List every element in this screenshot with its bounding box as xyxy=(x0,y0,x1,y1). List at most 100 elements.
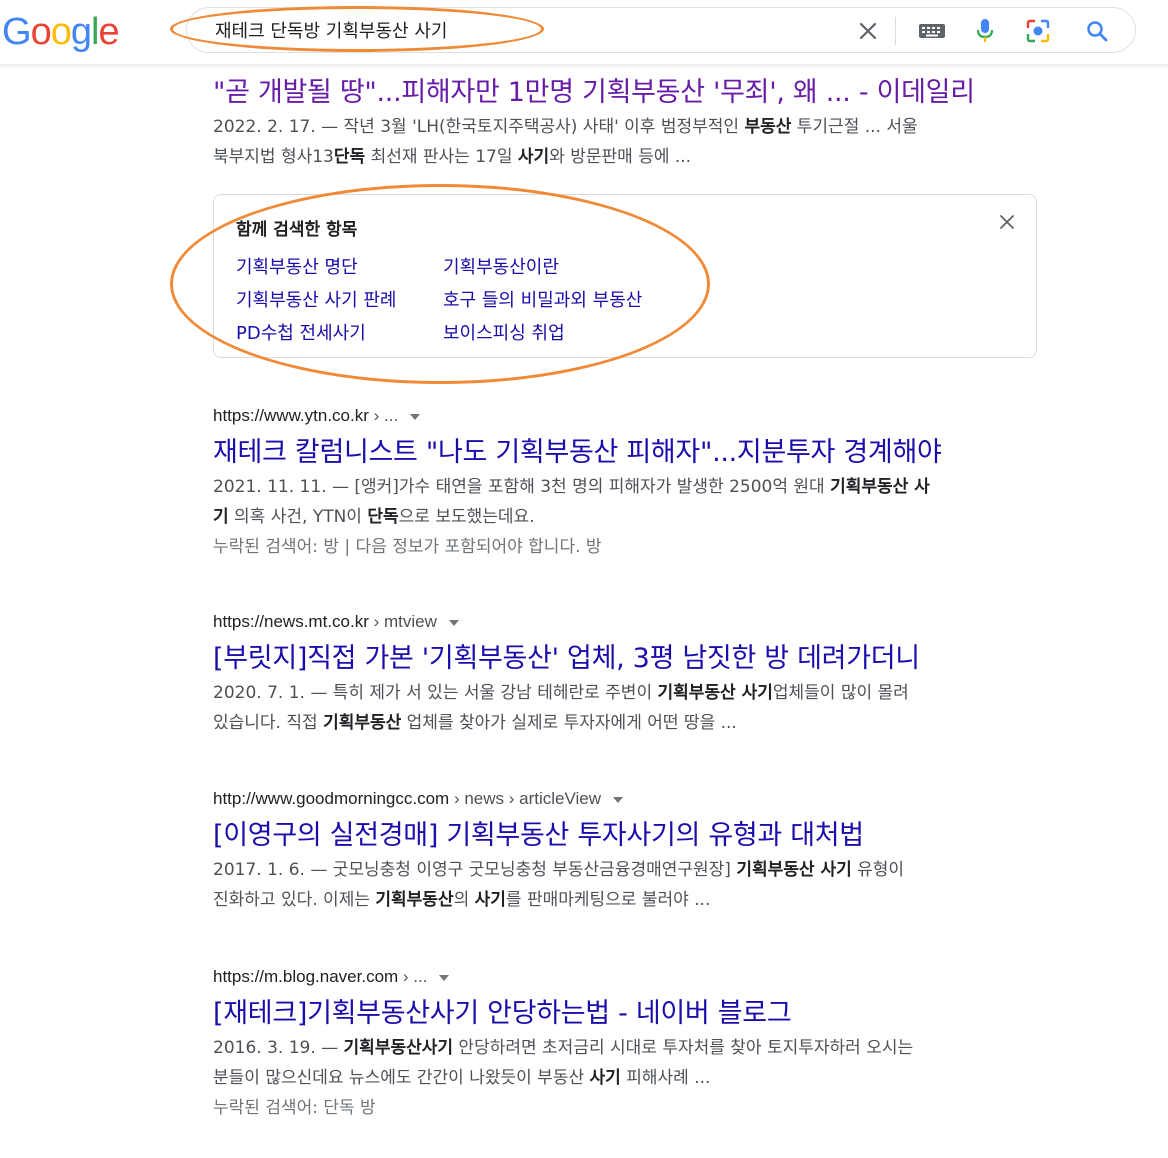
snippet-text: 업체들이 많이 몰려 xyxy=(772,683,909,703)
snippet-line: 진화하고 있다. 이제는 기획부동산의 사기를 판매마케팅으로 불러야 ... xyxy=(213,885,1043,915)
snippet-text: 작년 3월 'LH(한국토지주택공사) 사태' 이후 범정부적인 xyxy=(343,117,745,137)
related-searches-panel: 함께 검색한 항목 기획부동산 명단 기획부동산이란 기획부동산 사기 판례 호… xyxy=(213,194,1037,358)
snippet-text: 와 방문판매 등에 ... xyxy=(549,147,692,167)
logo-letter: o xyxy=(50,11,72,53)
related-search-link[interactable]: 보이스피싱 취업 xyxy=(443,319,565,345)
related-search-link[interactable]: 기획부동산이란 xyxy=(443,253,559,279)
caret-down-icon[interactable] xyxy=(613,796,624,803)
keyword-highlight: 사기 xyxy=(474,890,506,910)
result-snippet: 2021. 11. 11. — [앵커]가수 태연을 포함해 3천 명의 피해자… xyxy=(213,472,1043,532)
keyword-highlight: 기 xyxy=(213,507,229,527)
snippet-text: 의 xyxy=(453,890,475,910)
missing-terms: 누락된 검색어: 단독 방 xyxy=(213,1098,376,1118)
keyboard-icon[interactable] xyxy=(917,18,947,44)
result-url[interactable]: http://www.goodmorningcc.com › news › ar… xyxy=(213,788,1043,810)
keyword-highlight: 기획부동산 사 xyxy=(830,477,930,497)
snippet-text: 피해사례 ... xyxy=(620,1068,711,1088)
search-header: Google xyxy=(0,0,1168,65)
keyword-highlight: 기획부동산 xyxy=(375,890,454,910)
microphone-icon[interactable] xyxy=(972,18,998,44)
related-search-link[interactable]: 기획부동산 사기 판례 xyxy=(236,286,396,312)
snippet-text: 분들이 많으신데요 뉴스에도 간간이 나왔듯이 부동산 xyxy=(213,1068,590,1088)
keyword-highlight: 기획부동산 사기 xyxy=(657,683,773,703)
lens-camera-icon[interactable] xyxy=(1025,18,1051,44)
snippet-text: 으로 보도했는데요. xyxy=(398,507,535,527)
result-path: › ... xyxy=(398,967,428,986)
snippet-line: 북부지법 형사13단독 최선재 판사는 17일 사기와 방문판매 등에 ... xyxy=(213,142,1043,172)
search-result: http://www.goodmorningcc.com › news › ar… xyxy=(213,788,1043,915)
keyword-highlight: 사기 xyxy=(517,147,550,167)
snippet-text: 를 판매마케팅으로 불러야 ... xyxy=(505,890,711,910)
result-title-link[interactable]: 재테크 칼럼니스트 "나도 기획부동산 피해자"...지분투자 경계해야 xyxy=(213,434,1043,472)
snippet-text: 특히 제가 서 있는 서울 강남 테헤란로 주변이 xyxy=(332,683,658,703)
snippet-text: 북부지법 형사13 xyxy=(213,147,334,167)
result-title-link[interactable]: [이영구의 실전경매] 기획부동산 투자사기의 유형과 대처법 xyxy=(213,817,1043,855)
snippet-text: 유형이 xyxy=(851,860,905,880)
missing-terms: 누락된 검색어: 방 | 다음 정보가 포함되어야 합니다. 방 xyxy=(213,537,602,557)
snippet-text: 업체를 찾아가 실제로 투자자에게 어떤 땅을 ... xyxy=(401,713,737,733)
result-url[interactable]: https://www.ytn.co.kr › ... xyxy=(213,405,1043,427)
result-snippet: 2022. 2. 17. — 작년 3월 'LH(한국토지주택공사) 사태' 이… xyxy=(213,112,1043,172)
snippet-line: 2020. 7. 1. — 특히 제가 서 있는 서울 강남 테헤란로 주변이 … xyxy=(213,678,1043,708)
snippet-text: 2022. 2. 17. — xyxy=(213,117,344,137)
snippet-line: 2016. 3. 19. — 기획부동산사기 안당하려면 초저금리 시대로 투자… xyxy=(213,1033,1043,1063)
related-search-link[interactable]: 호구 들의 비밀과외 부동산 xyxy=(443,286,642,312)
divider xyxy=(895,17,896,45)
snippet-text: 굿모닝충청 이영구 굿모닝충청 부동산금융경매연구원장] xyxy=(332,860,737,880)
close-icon[interactable] xyxy=(996,211,1018,233)
result-domain: https://www.ytn.co.kr xyxy=(213,406,369,425)
related-search-link[interactable]: PD수첩 전세사기 xyxy=(236,319,366,345)
logo-letter: G xyxy=(2,11,32,53)
clear-icon[interactable] xyxy=(855,18,881,44)
keyword-highlight: 단독 xyxy=(333,147,366,167)
keyword-highlight: 사기 xyxy=(589,1068,621,1088)
snippet-text: [앵커]가수 태연을 포함해 3천 명의 피해자가 발생한 2500억 원대 xyxy=(354,477,831,497)
caret-down-icon[interactable] xyxy=(439,974,450,981)
search-result: "곧 개발될 땅"...피해자만 1만명 기획부동산 '무죄', 왜 ... -… xyxy=(213,74,1043,172)
snippet-text: 2017. 1. 6. — xyxy=(213,860,333,880)
snippet-text: 2016. 3. 19. — xyxy=(213,1038,344,1058)
search-result: https://news.mt.co.kr › mtview [부릿지]직접 가… xyxy=(213,611,1043,738)
related-searches-title: 함께 검색한 항목 xyxy=(236,220,358,240)
snippet-text: 2021. 11. 11. — xyxy=(213,477,355,497)
logo-letter: e xyxy=(98,11,119,53)
snippet-line: 2017. 1. 6. — 굿모닝충청 이영구 굿모닝충청 부동산금융경매연구원… xyxy=(213,855,1043,885)
result-title-link[interactable]: [부릿지]직접 가본 '기획부동산' 업체, 3평 남짓한 방 데려가더니 xyxy=(213,640,1043,678)
snippet-text: 투기근절 ... 서울 xyxy=(791,117,918,137)
result-title-link[interactable]: [재테크]기획부동산사기 안당하는법 - 네이버 블로그 xyxy=(213,995,1043,1033)
snippet-line: 2021. 11. 11. — [앵커]가수 태연을 포함해 3천 명의 피해자… xyxy=(213,472,1043,502)
keyword-highlight: 부동산 xyxy=(744,117,792,137)
keyword-highlight: 기획부동산 xyxy=(323,713,402,733)
caret-down-icon[interactable] xyxy=(448,619,459,626)
snippet-line: 분들이 많으신데요 뉴스에도 간간이 나왔듯이 부동산 사기 피해사례 ... xyxy=(213,1063,1043,1093)
logo-letter: o xyxy=(30,11,52,53)
snippet-text: 있습니다. 직접 xyxy=(213,713,324,733)
result-path: › mtview xyxy=(368,612,437,631)
snippet-line: 기 의혹 사건, YTN이 단독으로 보도했는데요. xyxy=(213,502,1043,532)
result-snippet: 2017. 1. 6. — 굿모닝충청 이영구 굿모닝충청 부동산금융경매연구원… xyxy=(213,855,1043,915)
result-url[interactable]: https://m.blog.naver.com › ... xyxy=(213,966,1043,988)
result-domain: http://www.goodmorningcc.com xyxy=(213,789,450,808)
snippet-text: 안당하려면 초저금리 시대로 투자처를 찾아 토지투자하러 오시는 xyxy=(453,1038,914,1058)
keyword-highlight: 기획부동산사기 xyxy=(343,1038,454,1058)
result-path: › ... xyxy=(368,406,399,425)
related-search-link[interactable]: 기획부동산 명단 xyxy=(236,253,358,279)
snippet-line: 있습니다. 직접 기획부동산 업체를 찾아가 실제로 투자자에게 어떤 땅을 .… xyxy=(213,708,1043,738)
snippet-text: 2020. 7. 1. — xyxy=(213,683,333,703)
result-title-link[interactable]: "곧 개발될 땅"...피해자만 1만명 기획부동산 '무죄', 왜 ... -… xyxy=(213,74,1043,112)
result-domain: https://news.mt.co.kr xyxy=(213,612,369,631)
keyword-highlight: 단독 xyxy=(367,507,399,527)
result-snippet: 2020. 7. 1. — 특히 제가 서 있는 서울 강남 테헤란로 주변이 … xyxy=(213,678,1043,738)
result-url[interactable]: https://news.mt.co.kr › mtview xyxy=(213,611,1043,633)
snippet-text: 의혹 사건, YTN이 xyxy=(228,507,368,527)
result-snippet: 2016. 3. 19. — 기획부동산사기 안당하려면 초저금리 시대로 투자… xyxy=(213,1033,1043,1093)
logo-letter: g xyxy=(70,11,92,53)
google-logo[interactable]: Google xyxy=(2,8,120,56)
caret-down-icon[interactable] xyxy=(410,413,421,420)
snippet-line: 2022. 2. 17. — 작년 3월 'LH(한국토지주택공사) 사태' 이… xyxy=(213,112,1043,142)
result-domain: https://m.blog.naver.com xyxy=(213,967,399,986)
search-icon[interactable] xyxy=(1084,18,1110,44)
search-input[interactable] xyxy=(215,12,815,48)
search-result: https://m.blog.naver.com › ... [재테크]기획부동… xyxy=(213,966,1043,1123)
result-path: › news › articleView xyxy=(449,789,602,808)
